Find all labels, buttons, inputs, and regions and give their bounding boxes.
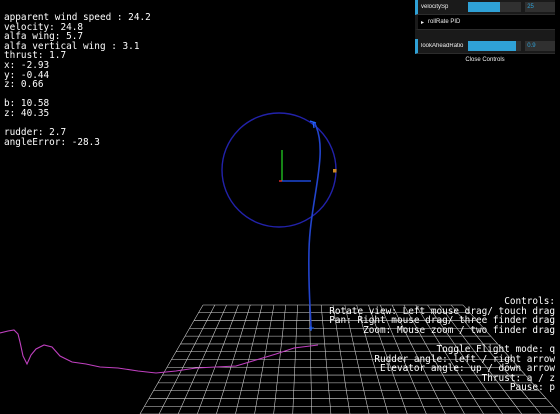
controls-help-line: Pause: p (509, 382, 555, 394)
lookahead-value-input[interactable]: 0.9 (525, 41, 555, 51)
controls-gui-panel: velocitySp 25 ▸ rollRate PID lookAheadRa… (415, 0, 555, 66)
telemetry-line: z: 40.35 (4, 107, 50, 119)
rollrate-folder[interactable]: ▸ rollRate PID (415, 15, 555, 30)
telemetry-line: z: 0.66 (4, 79, 44, 91)
telemetry-panel: apparent wind speed : 24.2 velocity: 24.8… (4, 13, 151, 147)
lookahead-label: lookAheadRatio (421, 43, 464, 49)
controls-help-line: Zoom: Mouse zoom / two finder drag (363, 324, 555, 336)
close-controls-button[interactable]: Close Controls (415, 54, 555, 66)
lookahead-slider-fill (467, 41, 516, 51)
velocity-control-row: velocitySp 25 (415, 0, 555, 15)
velocity-slider-fill (467, 2, 500, 12)
flight-path (308, 121, 321, 331)
velocity-label: velocitySp (421, 4, 449, 10)
lookahead-slider[interactable] (467, 41, 522, 51)
lookahead-control-row: lookAheadRatio 0.9 (415, 39, 555, 54)
rollrate-folder-label: rollRate PID (428, 19, 461, 25)
velocity-slider[interactable] (467, 2, 522, 12)
folder-arrow-icon: ▸ (421, 19, 425, 26)
target-marker (333, 169, 337, 173)
controls-help-panel: Controls: Rotate view: Left mouse drag/ t… (329, 297, 555, 393)
telemetry-line: angleError: -28.3 (4, 136, 100, 148)
velocity-value-input[interactable]: 25 (525, 2, 555, 12)
